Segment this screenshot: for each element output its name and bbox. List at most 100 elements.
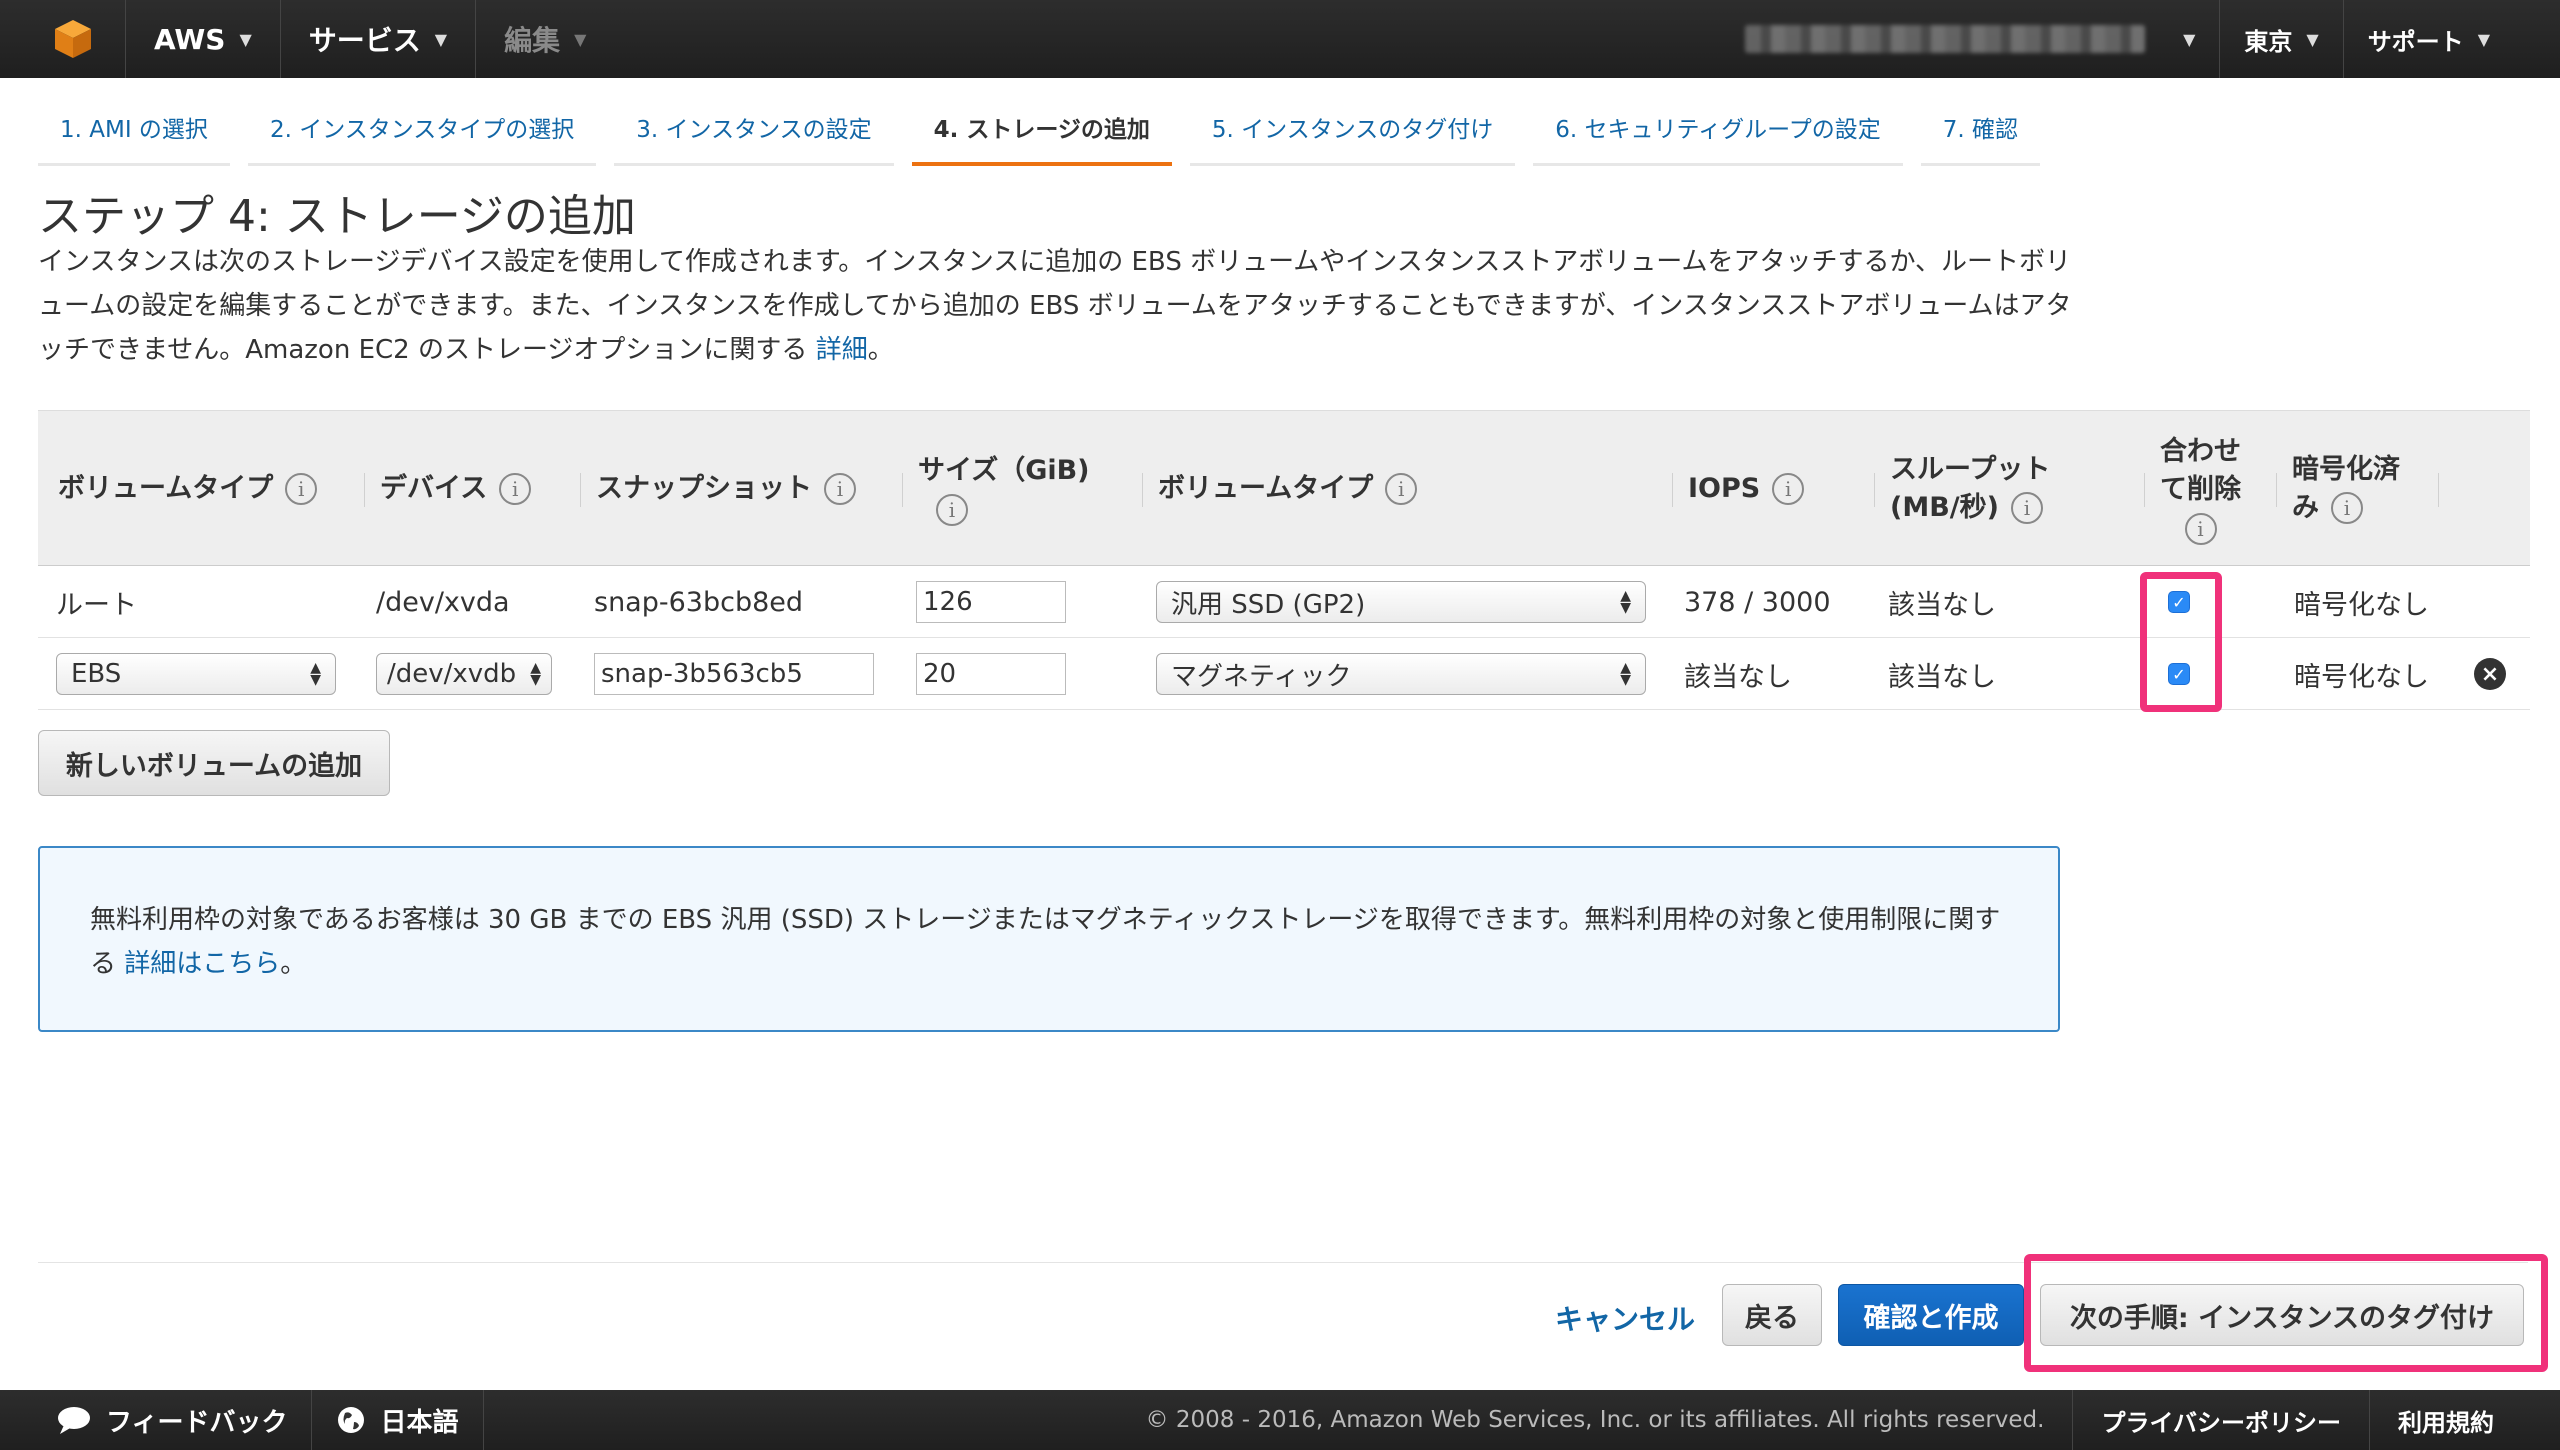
cell-throughput: 該当なし xyxy=(1888,589,1996,621)
terms-link[interactable]: 利用規約 xyxy=(2369,1390,2560,1450)
aws-menu[interactable]: AWS ▼ xyxy=(126,0,281,78)
feedback-button[interactable]: フィードバック xyxy=(0,1390,313,1450)
chevron-down-icon: ▼ xyxy=(2306,29,2319,49)
step-review[interactable]: 7. 確認 xyxy=(1920,102,2041,166)
info-icon[interactable]: i xyxy=(499,473,532,505)
next-button-highlight xyxy=(2024,1254,2548,1372)
step-storage[interactable]: 4. ストレージの追加 xyxy=(911,102,1172,166)
snapshot-input[interactable]: snap-3b563cb5 xyxy=(594,653,874,695)
aws-logo[interactable] xyxy=(44,0,126,78)
chevron-down-icon[interactable]: ▼ xyxy=(2183,30,2195,49)
select-arrows-icon: ▲ ▼ xyxy=(310,660,321,688)
cell-size: 126 xyxy=(916,566,1066,638)
cell-device: /dev/xvda xyxy=(376,586,510,618)
header-label: サイズ（GiB) xyxy=(918,455,1090,486)
bottom-bar-right: © 2008 - 2016, Amazon Web Services, Inc.… xyxy=(1118,1390,2560,1450)
volume-type-select[interactable]: マグネティック ▲ ▼ xyxy=(1156,653,1646,695)
cell-snapshot: snap-63bcb8ed xyxy=(594,586,804,618)
info-icon[interactable]: i xyxy=(2184,513,2217,545)
bottom-bar: フィードバック 日本語 © 2008 - 2016, Amazon Web Se… xyxy=(0,1390,2560,1450)
support-menu[interactable]: サポート ▼ xyxy=(2342,0,2560,78)
region-menu[interactable]: 東京 ▼ xyxy=(2219,0,2342,78)
info-icon[interactable]: i xyxy=(824,473,856,505)
header-volume-type-2: ボリュームタイプ i xyxy=(1141,411,1418,567)
chevron-down-icon: ▼ xyxy=(239,29,252,49)
chevron-down-icon: ▼ xyxy=(2477,29,2490,49)
header-label: デバイス xyxy=(380,473,488,504)
cell-remove: × xyxy=(2474,638,2506,710)
header-throughput: スループット (MB/秒) i xyxy=(1873,411,2051,567)
cell-iops: 378 / 3000 xyxy=(1684,586,1831,618)
edit-menu-label: 編集 xyxy=(504,24,561,57)
free-tier-text: 無料利用枠の対象であるお客様は 30 GB までの EBS 汎用 (SSD) ス… xyxy=(90,905,2001,979)
privacy-policy-link[interactable]: プライバシーポリシー xyxy=(2072,1390,2369,1450)
add-volume-button[interactable]: 新しいボリュームの追加 xyxy=(38,730,390,796)
remove-volume-icon[interactable]: × xyxy=(2474,658,2506,690)
step-security-group[interactable]: 6. セキュリティグループの設定 xyxy=(1533,102,1903,166)
description-end: 。 xyxy=(867,335,894,365)
device-dropdown[interactable]: /dev/xvdb ▲ ▼ xyxy=(376,653,552,695)
cell-device: /dev/xvdb ▲ ▼ xyxy=(376,638,552,710)
table-header: ボリュームタイプ i デバイス i スナップショット i サイズ（GiB) i ボリュー… xyxy=(38,410,2530,566)
step-instance-config[interactable]: 3. インスタンスの設定 xyxy=(614,102,894,166)
description-text: インスタンスは次のストレージデバイス設定を使用して作成されます。インスタンスに追… xyxy=(38,247,2072,365)
back-button[interactable]: 戻る xyxy=(1722,1284,1822,1346)
select-arrows-icon: ▲ ▼ xyxy=(1620,660,1631,688)
header-label: 暗号化済 xyxy=(2292,454,2400,485)
header-snapshot: スナップショット i xyxy=(580,411,856,567)
volume-type-select[interactable]: 汎用 SSD (GP2) ▲ ▼ xyxy=(1156,581,1646,623)
chevron-down-icon: ▼ xyxy=(574,29,587,49)
feedback-label: フィードバック xyxy=(106,1407,288,1438)
cell-vol-type: マグネティック ▲ ▼ xyxy=(1156,638,1646,710)
volume-type-value: マグネティック xyxy=(1171,661,1352,692)
services-menu[interactable]: サービス ▼ xyxy=(281,0,477,78)
select-arrows-icon: ▲ ▼ xyxy=(530,660,541,688)
header-label: ボリュームタイプ xyxy=(58,473,274,504)
header-label-2: (MB/秒) xyxy=(1890,492,1999,523)
info-icon[interactable]: i xyxy=(1385,473,1418,505)
info-icon[interactable]: i xyxy=(1772,473,1805,505)
device-value: /dev/xvdb xyxy=(387,659,517,689)
top-nav-bar: AWS ▼ サービス ▼ 編集 ▼ ▼ 東京 ▼ サポート ▼ xyxy=(0,0,2560,78)
step-ami[interactable]: 1. AMI の選択 xyxy=(38,102,230,166)
free-tier-end: 。 xyxy=(280,949,307,979)
cell-volume-type: EBS ▲ ▼ xyxy=(56,638,336,710)
page-title: ステップ 4: ストレージの追加 xyxy=(38,191,636,242)
review-and-launch-button[interactable]: 確認と作成 xyxy=(1838,1284,2024,1346)
info-icon[interactable]: i xyxy=(285,473,318,505)
region-label: 東京 xyxy=(2244,27,2293,56)
free-tier-info-box: 無料利用枠の対象であるお客様は 30 GB までの EBS 汎用 (SSD) ス… xyxy=(38,846,2060,1032)
header-label: 合わせ xyxy=(2160,436,2241,467)
free-tier-details-link[interactable]: 詳細はこちら xyxy=(124,949,280,979)
volume-type-dropdown[interactable]: EBS ▲ ▼ xyxy=(56,653,336,695)
account-name-blurred[interactable] xyxy=(1745,25,2146,53)
header-label: スループット xyxy=(1890,454,2051,485)
language-button[interactable]: 日本語 xyxy=(312,1390,484,1450)
copyright-text: © 2008 - 2016, Amazon Web Services, Inc.… xyxy=(1145,1407,2045,1433)
header-label: スナップショット xyxy=(596,473,812,504)
cancel-link[interactable]: キャンセル xyxy=(1555,1292,1695,1344)
details-link[interactable]: 詳細 xyxy=(816,335,868,365)
nav-right: ▼ 東京 ▼ サポート ▼ xyxy=(1745,0,2560,78)
chevron-down-icon: ▼ xyxy=(434,29,448,49)
aws-cube-icon xyxy=(54,20,91,58)
info-icon[interactable]: i xyxy=(2331,492,2363,524)
cell-encrypted: 暗号化なし xyxy=(2294,589,2429,621)
info-icon[interactable]: i xyxy=(936,494,968,526)
header-label: ボリュームタイプ xyxy=(1158,473,1374,504)
language-label: 日本語 xyxy=(380,1407,459,1438)
aws-menu-label: AWS xyxy=(154,22,226,56)
info-icon[interactable]: i xyxy=(2011,492,2043,524)
header-volume-type: ボリュームタイプ i xyxy=(58,411,318,567)
header-delete-on-termination: 合わせ て削除 i xyxy=(2144,411,2241,567)
size-input[interactable]: 126 xyxy=(916,581,1066,623)
size-input[interactable]: 20 xyxy=(916,653,1066,695)
step-instance-type[interactable]: 2. インスタンスタイプの選択 xyxy=(247,102,597,166)
delete-checkbox-highlight xyxy=(2140,572,2222,712)
header-label: IOPS xyxy=(1688,473,1761,504)
step-tags[interactable]: 5. インスタンスのタグ付け xyxy=(1189,102,1516,166)
cell-throughput: 該当なし xyxy=(1888,661,1996,693)
edit-menu[interactable]: 編集 ▼ xyxy=(476,0,614,78)
cell-volume-type: ルート xyxy=(56,589,137,621)
header-label-2: て削除 xyxy=(2160,474,2241,505)
